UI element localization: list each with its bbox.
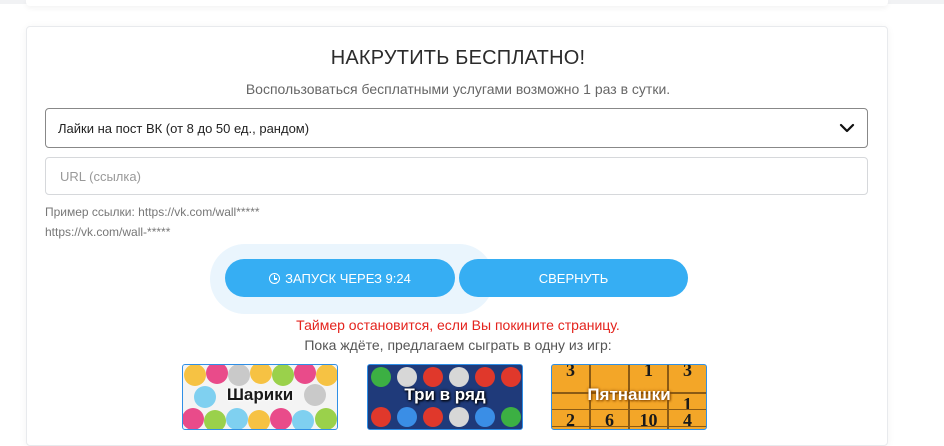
url-example-line-1: Пример ссылки: https://vk.com/wall***** (45, 205, 260, 219)
service-select-value: Лайки на пост ВК (от 8 до 50 ед., рандом… (58, 120, 310, 136)
url-example-hint: Пример ссылки: https://vk.com/wall***** … (45, 202, 260, 242)
collapse-button-label: СВЕРНУТЬ (538, 270, 609, 286)
game-label: Пятнашки (587, 385, 671, 404)
collapse-button[interactable]: СВЕРНУТЬ (459, 259, 688, 297)
games-offer-text: Пока ждёте, предлагаем сыграть в одну из… (304, 337, 612, 353)
game-label: Три в ряд (404, 385, 486, 404)
puzzle-tile: 2 (552, 409, 590, 429)
previous-card-edge (26, 0, 888, 6)
game-card-match-three[interactable]: Три в ряд (367, 364, 523, 430)
page-subtitle: Воспользоваться бесплатными услугами воз… (245, 81, 671, 97)
start-button-label: ЗАПУСК ЧЕРЕЗ 9:24 (285, 270, 411, 286)
timer-warning: Таймер остановится, если Вы покините стр… (296, 317, 620, 333)
puzzle-tile: 10 (629, 409, 668, 429)
game-card-fifteen-puzzle[interactable]: 3 1 3 1 2 6 10 4 Пятнашки (551, 364, 707, 430)
url-example-line-2: https://vk.com/wall-***** (45, 225, 171, 239)
game-label: Шарики (226, 385, 294, 404)
free-boost-card: НАКРУТИТЬ БЕСПЛАТНО! Воспользоваться бес… (26, 26, 888, 446)
service-select[interactable]: Лайки на пост ВК (от 8 до 50 ед., рандом… (45, 108, 868, 148)
game-card-balloons[interactable]: Шарики (182, 364, 338, 430)
puzzle-tile: 6 (590, 409, 629, 429)
start-button[interactable]: ЗАПУСК ЧЕРЕЗ 9:24 (225, 259, 455, 297)
chevron-down-icon (839, 123, 855, 133)
puzzle-tile: 4 (668, 409, 706, 429)
url-input[interactable] (45, 157, 868, 195)
clock-icon (269, 272, 281, 284)
page-title: НАКРУТИТЬ БЕСПЛАТНО! (330, 47, 586, 69)
